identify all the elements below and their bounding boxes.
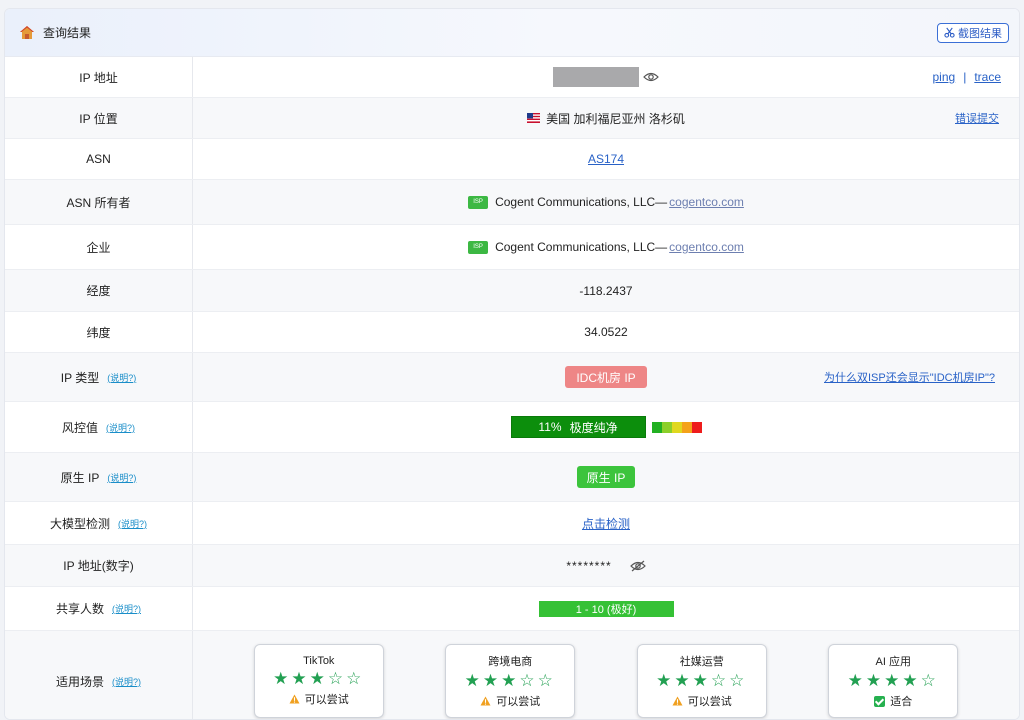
row-longitude: 经度 -118.2437 xyxy=(5,270,1019,312)
ip-address-mask xyxy=(553,67,639,87)
row-ip-location: IP 位置 美国 加利福尼亚州 洛杉矶 错误提交 xyxy=(5,98,1019,139)
idc-ip-badge: IDC机房 IP xyxy=(565,366,647,388)
check-icon xyxy=(874,695,886,707)
scene-cards: TikTok ★★★☆☆ 可以尝试 跨境电商 ★★★☆☆ 可以尝试 社媒运营 ★… xyxy=(193,644,1019,718)
risk-score-badge: 11% 极度纯净 xyxy=(510,416,646,438)
scene-card-ai-app: AI 应用 ★★★★☆ 适合 xyxy=(828,644,959,718)
row-label: ASN 所有者 xyxy=(66,195,131,210)
asn-owner-name: Cogent Communications, LLC— xyxy=(495,195,668,209)
row-label: 纬度 xyxy=(86,325,111,340)
scene-status: 可以尝试 xyxy=(304,694,349,706)
row-label: 共享人数 xyxy=(55,602,104,616)
risk-text: 极度纯净 xyxy=(569,420,618,435)
row-native-ip: 原生 IP (说明?) 原生 IP xyxy=(5,453,1019,502)
link-separator: | xyxy=(963,70,967,84)
native-ip-badge: 原生 IP xyxy=(576,466,636,488)
help-link[interactable]: (说明?) xyxy=(112,675,141,688)
row-latitude: 纬度 34.0522 xyxy=(5,312,1019,353)
trace-link[interactable]: trace xyxy=(974,70,1001,84)
row-scenes: 适用场景 (说明?) TikTok ★★★☆☆ 可以尝试 跨境电商 ★★★☆☆ xyxy=(5,631,1019,719)
help-link[interactable]: (说明?) xyxy=(112,602,141,615)
longitude-value: -118.2437 xyxy=(579,283,633,298)
ping-link[interactable]: ping xyxy=(933,70,956,84)
row-label: IP 地址 xyxy=(79,70,118,85)
shared-users-badge: 1 - 10 (极好) xyxy=(538,600,674,617)
scene-status: 可以尝试 xyxy=(687,696,732,708)
star-rating: ★★★☆☆ xyxy=(273,669,365,688)
eye-off-icon[interactable] xyxy=(629,560,646,572)
eye-icon[interactable] xyxy=(643,71,659,83)
row-asn: ASN AS174 xyxy=(5,139,1019,180)
ip-location-value: 美国 加利福尼亚州 洛杉矶 xyxy=(546,111,685,126)
warning-icon xyxy=(480,696,491,706)
risk-scale-segment-3 xyxy=(681,421,692,433)
row-label: ASN xyxy=(86,152,111,166)
scene-title: AI 应用 xyxy=(875,656,911,668)
row-label: 企业 xyxy=(86,240,111,255)
row-label: 经度 xyxy=(86,284,111,298)
help-link[interactable]: (说明?) xyxy=(107,471,136,484)
risk-scale-segment-2 xyxy=(671,421,682,433)
scene-card-social-media: 社媒运营 ★★★☆☆ 可以尝试 xyxy=(636,644,767,718)
row-ip-address: IP 地址 ping | trace xyxy=(5,57,1019,98)
row-label: 风控值 xyxy=(61,420,98,435)
report-error-link[interactable]: 错误提交 xyxy=(955,110,999,126)
star-rating: ★★★☆☆ xyxy=(464,671,556,690)
click-detect-link[interactable]: 点击检测 xyxy=(582,515,630,532)
ip-numeric-value: ******** xyxy=(566,558,612,573)
why-idc-link[interactable]: 为什么双ISP还会显示"IDC机房IP"? xyxy=(824,369,995,385)
isp-badge: ISP xyxy=(468,240,489,254)
row-ip-type: IP 类型 (说明?) IDC机房 IP 为什么双ISP还会显示"IDC机房IP… xyxy=(5,353,1019,402)
result-header: 查询结果 截图结果 xyxy=(5,9,1019,57)
scene-title: TikTok xyxy=(303,655,335,667)
warning-icon xyxy=(289,694,300,704)
risk-scale-bar xyxy=(651,421,702,433)
scene-title: 跨境电商 xyxy=(488,656,533,668)
row-ai-detect: 大模型检测 (说明?) 点击检测 xyxy=(5,502,1019,545)
scene-card-cross-border-ecommerce: 跨境电商 ★★★☆☆ 可以尝试 xyxy=(445,644,576,718)
row-risk: 风控值 (说明?) 11% 极度纯净 xyxy=(5,402,1019,453)
row-label: IP 地址(数字) xyxy=(63,559,134,573)
row-ip-numeric: IP 地址(数字) ******** xyxy=(5,545,1019,587)
screenshot-button-label: 截图结果 xyxy=(958,27,1002,40)
risk-scale-segment-0 xyxy=(651,421,662,433)
row-label: IP 类型 xyxy=(60,370,100,385)
row-label: IP 位置 xyxy=(79,111,118,126)
scene-card-tiktok: TikTok ★★★☆☆ 可以尝试 xyxy=(253,644,384,718)
row-label: 适用场景 xyxy=(55,674,104,689)
scene-title: 社媒运营 xyxy=(679,656,724,668)
row-shared-users: 共享人数 (说明?) 1 - 10 (极好) xyxy=(5,587,1019,631)
house-icon xyxy=(20,25,34,39)
scene-status: 适合 xyxy=(890,696,913,708)
row-company: 企业 ISP Cogent Communications, LLC— cogen… xyxy=(5,225,1019,270)
scene-status: 可以尝试 xyxy=(496,696,541,708)
result-panel: 查询结果 截图结果 IP 地址 ping | trace IP 位置 美国 加利… xyxy=(4,8,1020,720)
star-rating: ★★★☆☆ xyxy=(656,671,748,690)
asn-owner-domain-link[interactable]: cogentco.com xyxy=(669,195,744,209)
row-label: 原生 IP xyxy=(60,470,100,485)
us-flag-icon xyxy=(527,113,541,123)
help-link[interactable]: (说明?) xyxy=(118,517,147,530)
isp-badge: ISP xyxy=(468,195,489,209)
latitude-value: 34.0522 xyxy=(584,325,628,339)
asn-link[interactable]: AS174 xyxy=(588,152,624,166)
help-link[interactable]: (说明?) xyxy=(107,371,136,384)
scissors-icon xyxy=(944,27,955,38)
risk-percent: 11% xyxy=(538,420,562,434)
page-title: 查询结果 xyxy=(43,26,92,40)
company-domain-link[interactable]: cogentco.com xyxy=(669,240,744,254)
row-label: 大模型检测 xyxy=(49,516,110,531)
row-asn-owner: ASN 所有者 ISP Cogent Communications, LLC— … xyxy=(5,180,1019,225)
risk-scale-segment-4 xyxy=(691,421,702,433)
company-name: Cogent Communications, LLC— xyxy=(495,240,668,254)
risk-scale-segment-1 xyxy=(661,421,672,433)
star-rating: ★★★★☆ xyxy=(847,671,939,690)
warning-icon xyxy=(672,696,683,706)
screenshot-button[interactable]: 截图结果 xyxy=(937,22,1009,43)
help-link[interactable]: (说明?) xyxy=(106,421,135,434)
